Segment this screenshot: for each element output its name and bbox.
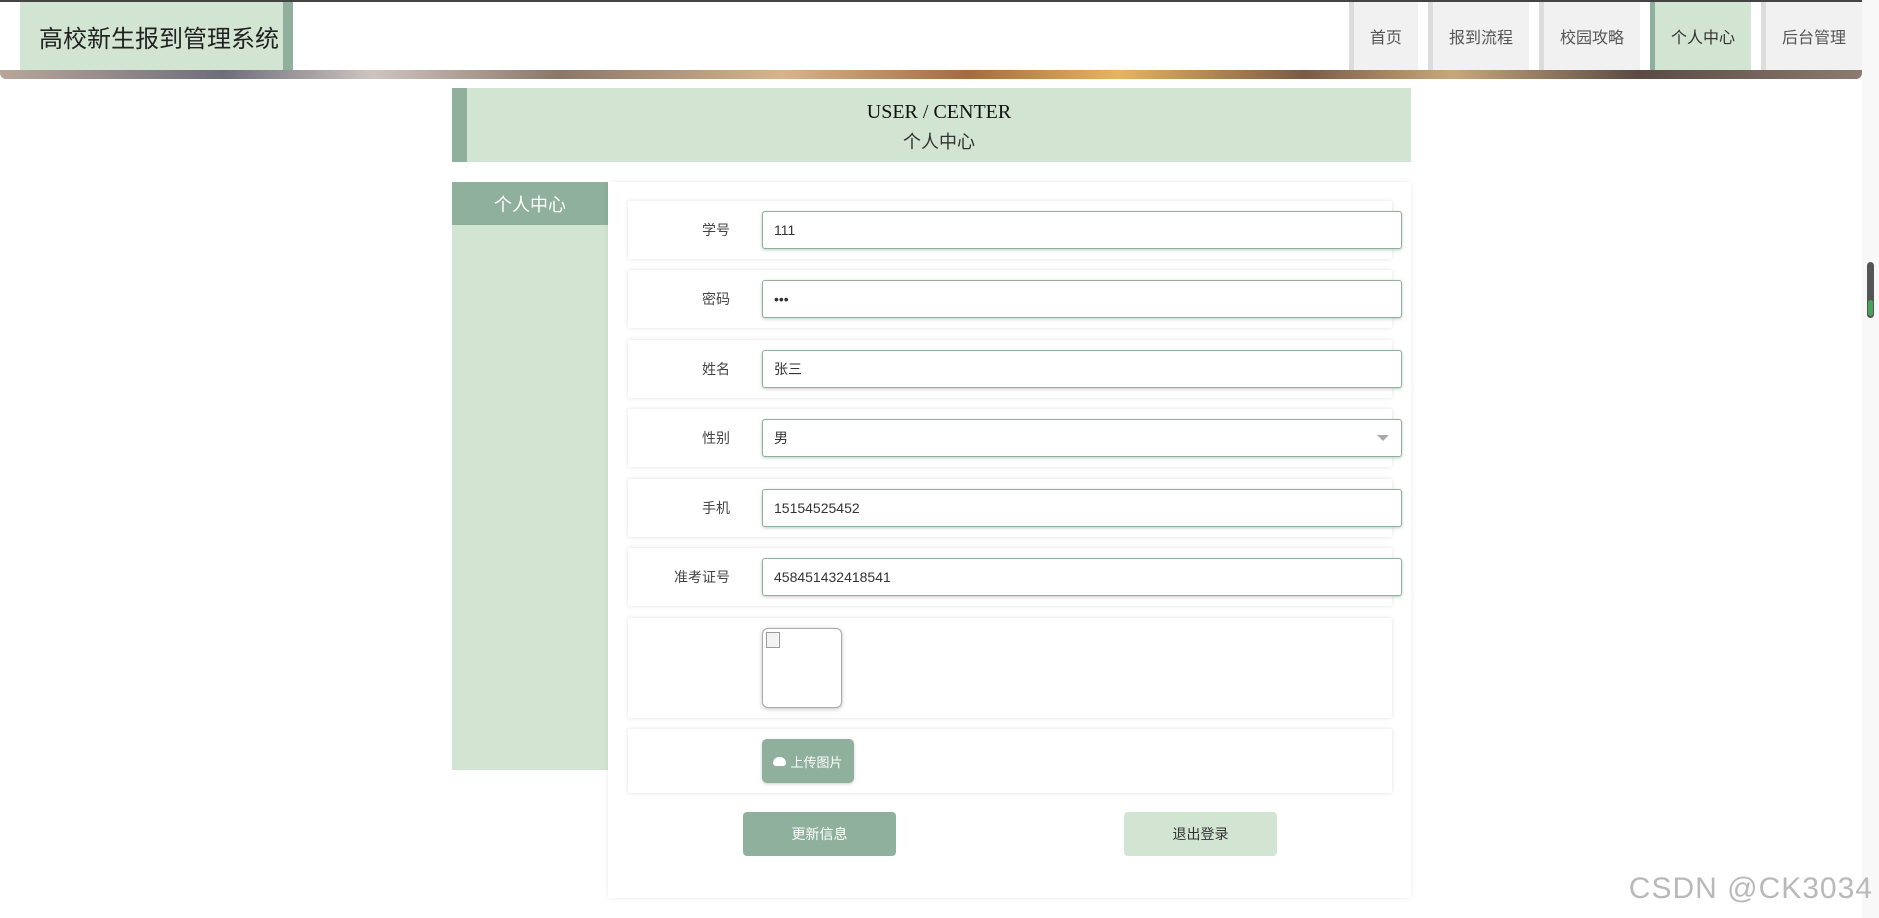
- page-title-zh: 个人中心: [903, 132, 975, 152]
- page-title-band: USER / CENTER 个人中心: [452, 88, 1411, 162]
- top-header: 高校新生报到管理系统 首页 报到流程 校园攻略 个人中心 后台管理: [0, 0, 1862, 72]
- gender-select[interactable]: 男: [762, 419, 1402, 457]
- banner-image-strip: [0, 70, 1862, 79]
- form-row-admission-no: 准考证号 458451432418541: [628, 548, 1402, 606]
- admission-no-label: 准考证号: [674, 569, 730, 585]
- admission-no-input[interactable]: 458451432418541: [762, 558, 1402, 596]
- upload-image-label: 上传图片: [790, 754, 843, 770]
- page-scrollbar[interactable]: [1862, 0, 1879, 918]
- form-row-password: 密码 •••: [628, 270, 1402, 328]
- upload-image-button[interactable]: 上传图片: [762, 739, 854, 783]
- nav-item-admin[interactable]: 后台管理: [1760, 2, 1862, 70]
- student-id-label: 学号: [702, 222, 730, 238]
- nav-item-registration-process[interactable]: 报到流程: [1427, 2, 1529, 70]
- form-row-student-id: 学号 111: [628, 201, 1402, 259]
- student-id-input[interactable]: 111: [762, 211, 1402, 249]
- sidebar: 个人中心: [452, 182, 608, 770]
- update-info-button[interactable]: 更新信息: [743, 812, 896, 856]
- form-row-phone: 手机 15154525452: [628, 479, 1402, 537]
- logout-button[interactable]: 退出登录: [1124, 812, 1277, 856]
- form-row-gender: 性别 男: [628, 409, 1402, 467]
- main-nav: 首页 报到流程 校园攻略 个人中心 后台管理: [1339, 2, 1862, 70]
- nav-item-home[interactable]: 首页: [1348, 2, 1418, 70]
- password-label: 密码: [702, 291, 730, 307]
- user-form-panel: 学号 111 密码 ••• 姓名 张三 性别 男 手机 15154525452 …: [608, 182, 1411, 898]
- phone-input[interactable]: 15154525452: [762, 489, 1402, 527]
- form-row-avatar-preview: [628, 618, 1392, 718]
- gender-selected-value: 男: [774, 430, 788, 446]
- sidebar-item-user-center[interactable]: 个人中心: [452, 182, 608, 225]
- form-row-upload: 上传图片: [628, 729, 1392, 793]
- nav-item-user-center[interactable]: 个人中心: [1649, 2, 1751, 70]
- gender-label: 性别: [702, 430, 730, 446]
- broken-image-icon: [766, 632, 780, 648]
- site-logo[interactable]: 高校新生报到管理系统: [20, 2, 293, 70]
- watermark: CSDN @CK3034: [1628, 872, 1873, 905]
- nav-item-campus-guide[interactable]: 校园攻略: [1538, 2, 1640, 70]
- avatar-image-preview: [762, 628, 842, 708]
- phone-label: 手机: [702, 500, 730, 516]
- name-label: 姓名: [702, 361, 730, 377]
- scrollbar-thumb-accent: [1868, 300, 1873, 316]
- name-input[interactable]: 张三: [762, 350, 1402, 388]
- password-input[interactable]: •••: [762, 280, 1402, 318]
- page-title-en: USER / CENTER: [866, 101, 1012, 123]
- cloud-upload-icon: [773, 756, 787, 766]
- chevron-down-icon: [1377, 435, 1389, 441]
- form-row-name: 姓名 张三: [628, 340, 1402, 398]
